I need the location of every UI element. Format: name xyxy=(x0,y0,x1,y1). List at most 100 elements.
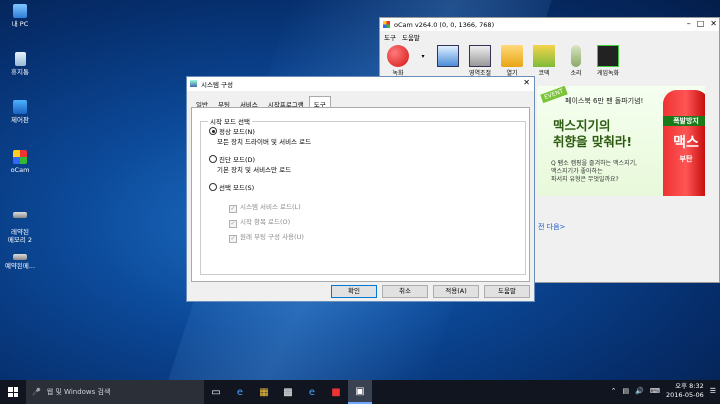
option-label: 선택 모드(S) xyxy=(219,184,255,192)
ocam-taskbar-icon[interactable]: ■ xyxy=(324,380,348,404)
checkbox-label: 시작 항목 로드(O) xyxy=(240,218,291,226)
microphone-icon xyxy=(571,45,581,67)
notifications-icon[interactable]: ☰ xyxy=(710,387,716,395)
search-box[interactable]: 🎤 웹 및 Windows 검색 xyxy=(26,380,204,404)
apply-button[interactable]: 적용(A) xyxy=(433,285,479,298)
tool-label: 게임녹화 xyxy=(596,70,620,77)
resize-region-icon xyxy=(469,45,491,67)
codec-icon xyxy=(533,45,555,67)
ad-body: Q 팸소 캠핑을 즐겨하는 맥스지기, 맥스지기가 좋아하는 파서지 유형은 무… xyxy=(551,160,638,183)
desktop-icon-recycle-bin[interactable]: 휴지통 xyxy=(4,52,36,76)
selective-mode-option[interactable]: 선택 모드(S) xyxy=(209,183,254,193)
resize-region-button[interactable]: 영역조절 xyxy=(466,45,494,77)
volume-icon[interactable]: 🔊 xyxy=(635,387,644,395)
close-icon[interactable]: ✕ xyxy=(710,19,717,28)
keyboard-language-icon[interactable]: ⌨ xyxy=(650,387,660,395)
screen-size-button[interactable] xyxy=(434,45,462,68)
desktop-icon-label: 레약된 메모리 2 xyxy=(7,228,33,244)
task-view-icon[interactable]: ▭ xyxy=(204,380,228,404)
ad-banner[interactable]: EVENT 페이스북 6만 팬 돌파기념! 맥스지기의 취향을 맞춰라! Q 팸… xyxy=(537,86,705,196)
ad-topline: 페이스북 6만 팬 돌파기념! xyxy=(565,97,644,105)
desktop-icon-ocam[interactable]: oCam xyxy=(4,150,36,174)
radio-unselected[interactable] xyxy=(209,183,217,191)
folder-icon xyxy=(501,45,523,67)
option-label: 진단 모드(D) xyxy=(219,156,256,164)
radio-unselected[interactable] xyxy=(209,155,217,163)
memory-icon xyxy=(13,212,27,218)
system-config-dialog: 시스템 구성 ✕ 일반 부팅 서비스 시작프로그램 도구 시작 모드 선택 정상… xyxy=(186,76,535,302)
menu-tools[interactable]: 도구 xyxy=(384,32,396,42)
clock[interactable]: 오후 8:32 2016-05-06 xyxy=(666,382,704,400)
checkmark-icon: ✓ xyxy=(229,220,237,228)
codec-button[interactable]: 코덱 xyxy=(530,45,558,77)
record-button[interactable]: 녹화 xyxy=(384,45,412,77)
ocam-app-icon xyxy=(383,21,390,28)
ad-next-link[interactable]: 전 다음> xyxy=(538,222,565,232)
normal-mode-option[interactable]: 정상 모드(N) 모든 장치 드라이버 및 서비스 로드 xyxy=(209,127,311,147)
taskbar: 🎤 웹 및 Windows 검색 ▭ e ▦ ▩ e ■ ▣ ⌃ ▤ 🔊 ⌨ 오… xyxy=(0,380,720,404)
ad-headline-line2: 취향을 맞춰라! xyxy=(553,134,633,149)
desktop-icon-memory[interactable]: 예약된메... xyxy=(4,248,36,270)
menu-help[interactable]: 도움말 xyxy=(402,32,420,42)
cancel-button[interactable]: 취소 xyxy=(382,285,428,298)
close-icon[interactable]: ✕ xyxy=(523,78,530,87)
desktop-icon-label: 제어판 xyxy=(11,116,29,124)
record-icon xyxy=(387,45,409,67)
chevron-up-icon[interactable]: ⌃ xyxy=(611,387,617,395)
sound-button[interactable]: 소리 xyxy=(562,45,590,77)
general-tab-panel: 시작 모드 선택 정상 모드(N) 모든 장치 드라이버 및 서비스 로드 진단… xyxy=(191,107,530,282)
record-dropdown[interactable]: ▾ xyxy=(416,45,430,60)
ad-product-can: 폭발방지 맥스 부탄 xyxy=(663,90,705,196)
radio-selected[interactable] xyxy=(209,127,217,135)
game-record-button[interactable]: 게임녹화 xyxy=(594,45,622,77)
ad-can-band: 폭발방지 xyxy=(663,116,705,126)
ocam-titlebar[interactable]: oCam v264.0 (0, 0, 1366, 768) – □ ✕ xyxy=(380,18,719,31)
desktop-icon-this-pc[interactable]: 내 PC xyxy=(4,4,36,28)
screen-size-icon xyxy=(437,45,459,67)
search-placeholder: 웹 및 Windows 검색 xyxy=(46,388,111,396)
option-label: 정상 모드(N) xyxy=(219,128,255,136)
startup-mode-group: 시작 모드 선택 정상 모드(N) 모든 장치 드라이버 및 서비스 로드 진단… xyxy=(200,116,526,275)
ok-button[interactable]: 확인 xyxy=(331,285,377,298)
dialog-title: 시스템 구성 xyxy=(201,81,233,89)
ad-can-sub: 부탄 xyxy=(679,155,693,163)
help-button[interactable]: 도움말 xyxy=(484,285,530,298)
control-panel-icon xyxy=(13,100,27,114)
system-tray: ⌃ ▤ 🔊 ⌨ 오후 8:32 2016-05-06 ☰ xyxy=(611,382,716,400)
load-startup-items-checkbox[interactable]: ✓ 시작 항목 로드(O) xyxy=(229,216,290,228)
desktop-icon-memory-2[interactable]: 레약된 메모리 2 xyxy=(4,198,36,252)
dialog-buttons: 확인 취소 적용(A) 도움말 xyxy=(331,285,530,298)
option-description: 기본 장치 및 서비스만 로드 xyxy=(217,166,292,174)
tool-label: 코덱 xyxy=(538,70,550,77)
ocam-icon xyxy=(13,150,27,164)
msconfig-taskbar-icon[interactable]: ▣ xyxy=(348,380,372,404)
checkmark-icon: ✓ xyxy=(229,235,237,243)
clock-time: 오후 8:32 xyxy=(675,382,704,390)
option-description: 모든 장치 드라이버 및 서비스 로드 xyxy=(217,138,312,146)
microphone-icon: 🎤 xyxy=(32,388,41,396)
diagnostic-mode-option[interactable]: 진단 모드(D) 기본 장치 및 서비스만 로드 xyxy=(209,155,291,175)
store-icon[interactable]: ▩ xyxy=(276,380,300,404)
open-folder-button[interactable]: 열기 xyxy=(498,45,526,77)
edge-icon[interactable]: e xyxy=(228,380,252,404)
checkbox-label: 원래 부팅 구성 사용(U) xyxy=(240,233,304,241)
this-pc-icon xyxy=(13,4,27,18)
network-icon[interactable]: ▤ xyxy=(622,387,629,395)
start-button[interactable] xyxy=(0,380,26,404)
minimize-icon[interactable]: – xyxy=(687,19,691,28)
tool-label: 소리 xyxy=(570,70,582,77)
use-original-boot-config-checkbox[interactable]: ✓ 원래 부팅 구성 사용(U) xyxy=(229,231,304,243)
desktop-icon-label: 예약된메... xyxy=(4,262,36,270)
internet-explorer-icon[interactable]: e xyxy=(300,380,324,404)
checkmark-icon: ✓ xyxy=(229,205,237,213)
maximize-icon[interactable]: □ xyxy=(697,19,705,28)
dialog-titlebar[interactable]: 시스템 구성 ✕ xyxy=(187,77,534,91)
load-system-services-checkbox[interactable]: ✓ 시스템 서비스 로드(L) xyxy=(229,201,301,213)
ocam-menubar: 도구 도움말 xyxy=(380,31,719,42)
group-label: 시작 모드 선택 xyxy=(208,116,253,126)
file-explorer-icon[interactable]: ▦ xyxy=(252,380,276,404)
desktop-icon-label: 휴지통 xyxy=(11,68,29,76)
ad-event-badge: EVENT xyxy=(540,86,568,104)
memory-icon xyxy=(13,254,27,260)
desktop-icon-control-panel[interactable]: 제어판 xyxy=(4,100,36,124)
